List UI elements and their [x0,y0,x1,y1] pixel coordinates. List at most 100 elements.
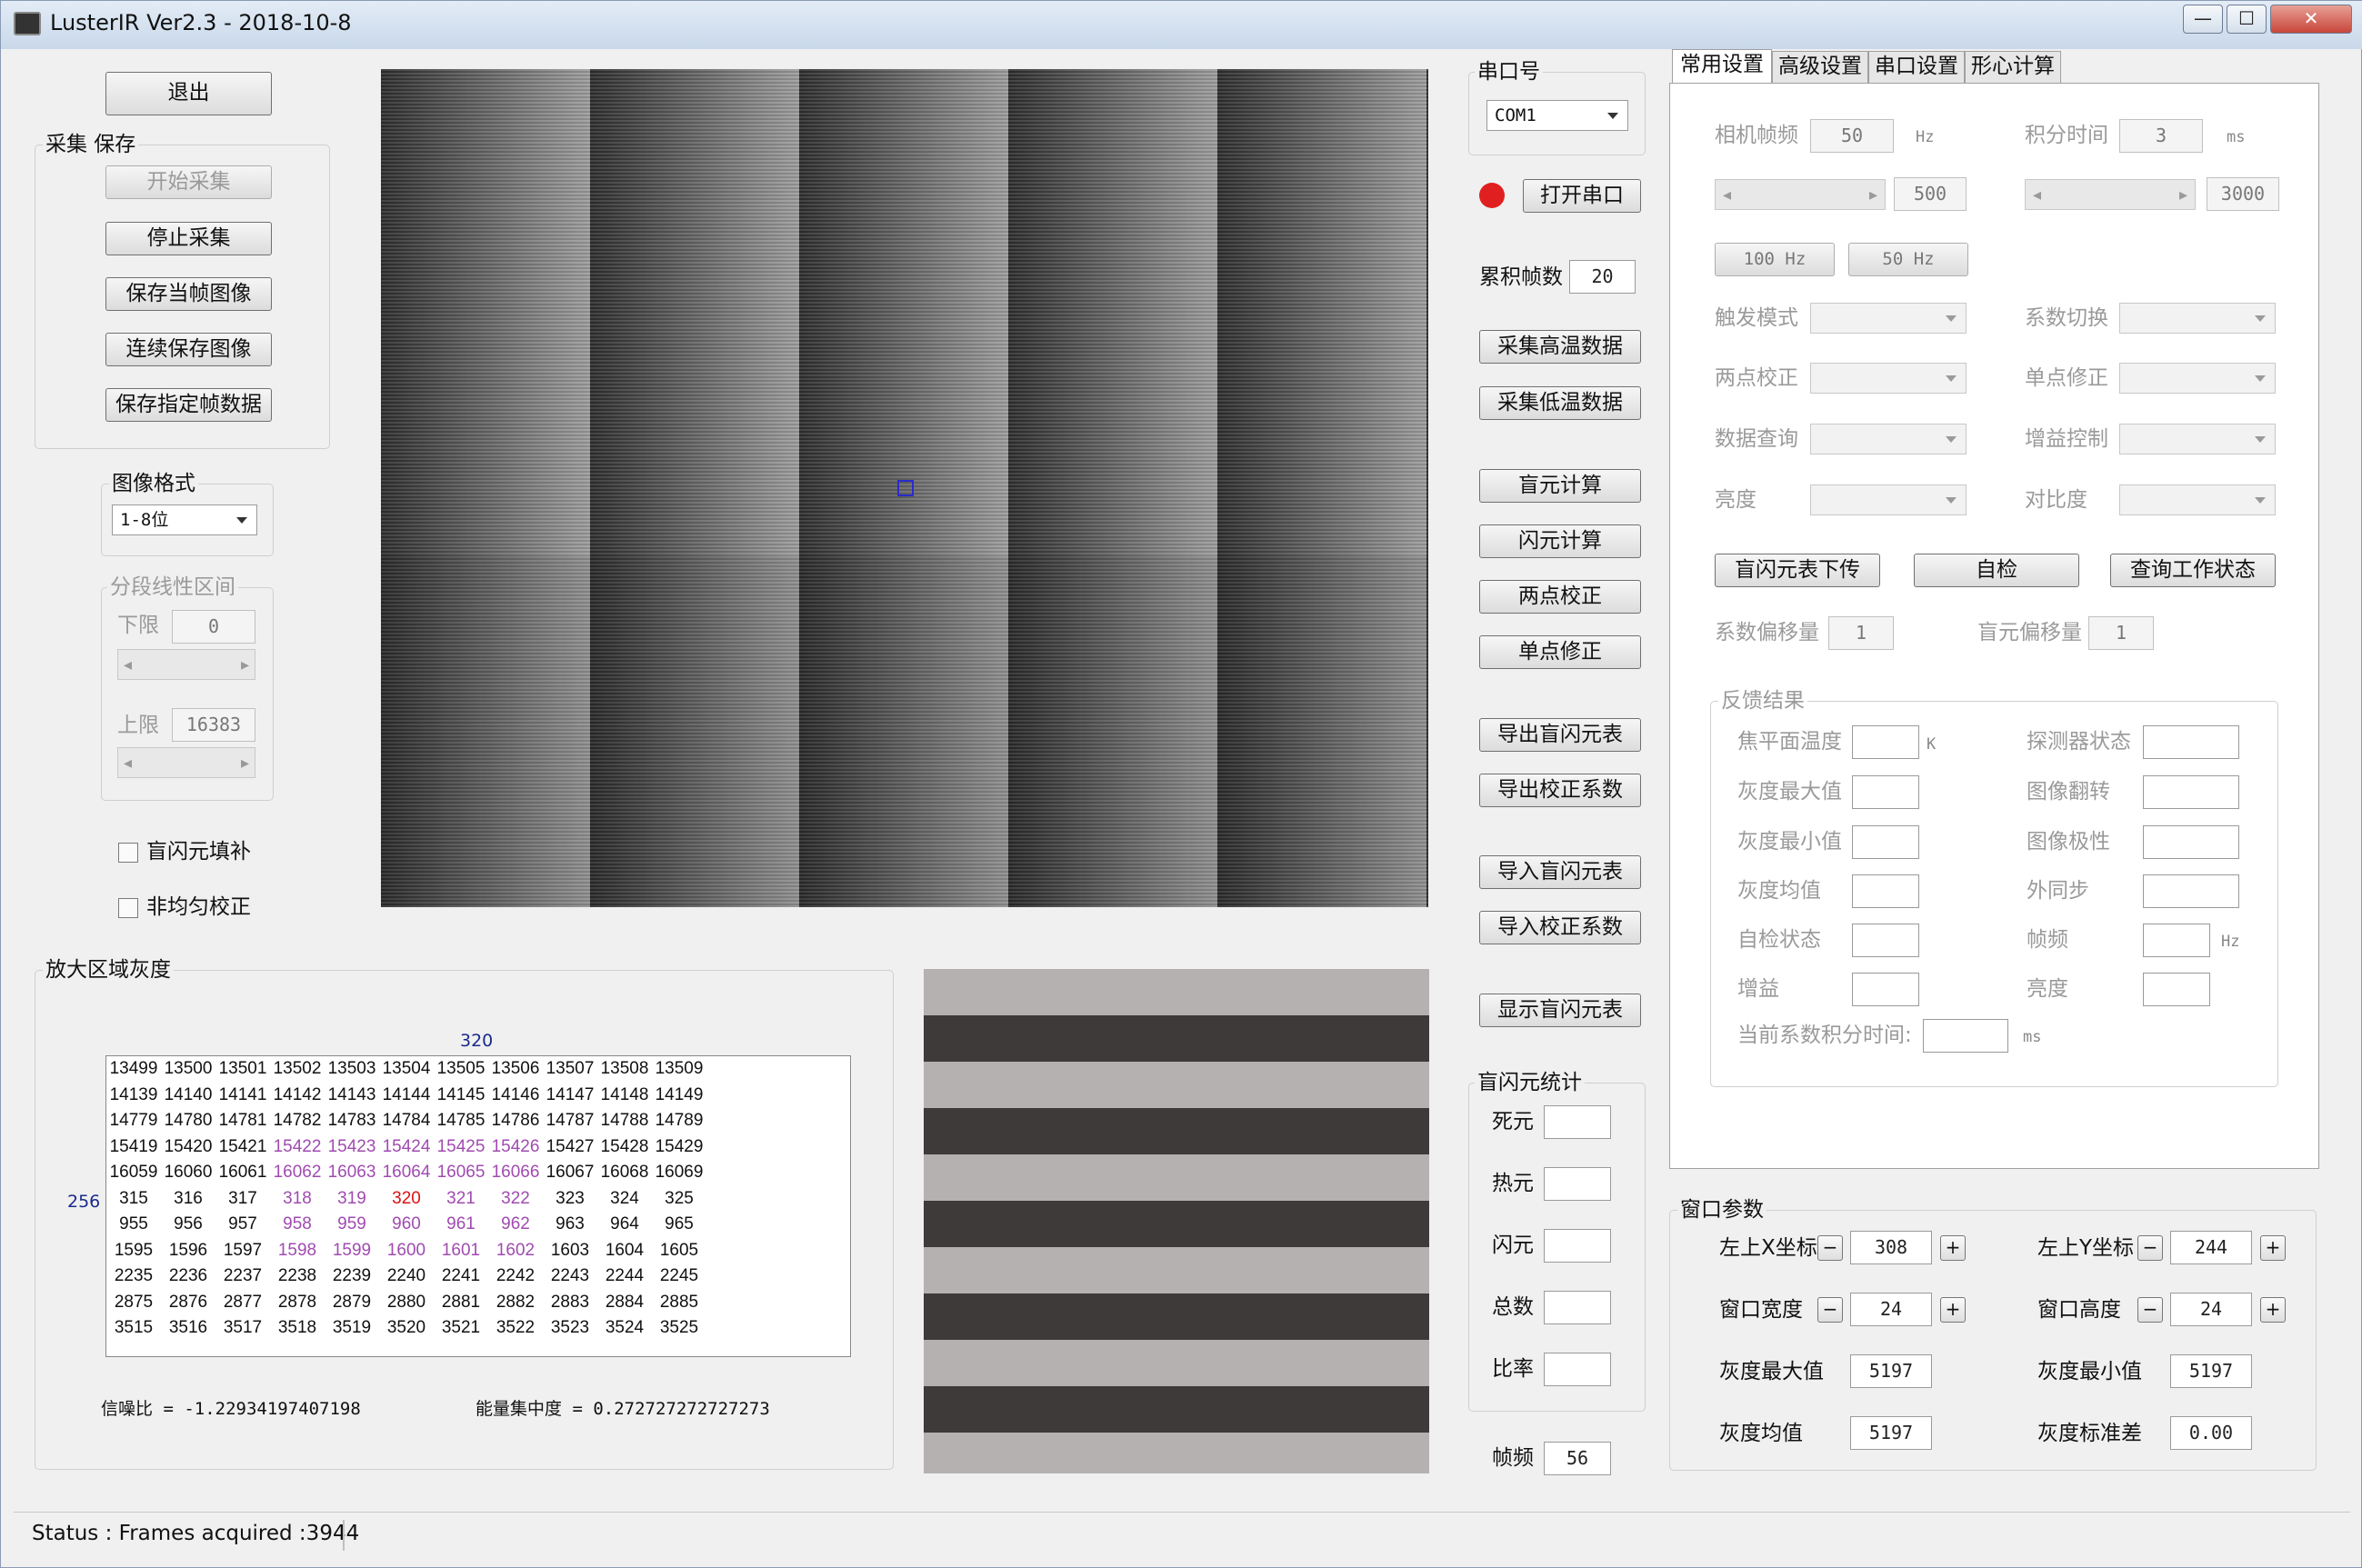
gray-std-label: 灰度标准差 [2037,1422,2142,1445]
flash-pixel-calc-button[interactable]: 闪元计算 [1479,524,1641,558]
integration-time-field[interactable]: 3 [2119,119,2203,153]
lower-limit-field[interactable]: 0 [172,610,255,644]
query-status-button[interactable]: 查询工作状态 [2110,554,2276,587]
gray-std-field[interactable]: 0.00 [2170,1416,2252,1450]
nonuniform-correction-checkbox[interactable] [118,898,138,918]
height-decrement-button[interactable]: − [2137,1297,2163,1323]
import-coefficients-button[interactable]: 导入校正系数 [1479,911,1641,944]
feedback-right-field[interactable] [2143,725,2239,759]
zoom-grid-cell: 14147 [545,1084,595,1104]
single-point-correction-button[interactable]: 单点修正 [1479,635,1641,669]
feedback-right-field[interactable] [2143,973,2210,1006]
camera-fps-slider-value[interactable]: 500 [1894,177,1967,211]
two-point-select[interactable] [1810,363,1967,394]
export-coefficients-button[interactable]: 导出校正系数 [1479,774,1641,807]
flash-pixel-field[interactable] [1544,1229,1611,1263]
upper-limit-field[interactable]: 16383 [172,708,255,742]
x-decrement-button[interactable]: − [1817,1235,1843,1261]
export-blind-table-button[interactable]: 导出盲闪元表 [1479,718,1641,752]
save-current-frame-button[interactable]: 保存当帧图像 [105,277,272,311]
upload-blind-table-button[interactable]: 盲闪元表下传 [1715,554,1880,587]
brightness-select[interactable] [1810,484,1967,515]
trigger-mode-select[interactable] [1810,303,1967,334]
continuous-save-button[interactable]: 连续保存图像 [105,333,272,366]
height-increment-button[interactable]: + [2260,1297,2286,1323]
upper-limit-slider[interactable]: ◂ ▸ [117,747,255,778]
thermal-image-view[interactable] [381,69,1428,907]
feedback-left-field[interactable] [1852,973,1919,1006]
width-decrement-button[interactable]: − [1817,1297,1843,1323]
gray-min-field[interactable]: 5197 [2170,1354,2252,1388]
fps-field[interactable]: 56 [1544,1442,1611,1475]
tab-common-settings[interactable]: 常用设置 [1672,49,1772,83]
ratio-field[interactable] [1544,1353,1611,1386]
gray-max-field[interactable]: 5197 [1850,1354,1932,1388]
capture-high-temp-button[interactable]: 采集高温数据 [1479,330,1641,364]
single-point-select[interactable] [2119,363,2276,394]
blind-fill-checkbox[interactable] [118,843,138,863]
feedback-right-field[interactable] [2143,874,2239,908]
window-height-field[interactable]: 24 [2170,1293,2252,1326]
top-left-y-field[interactable]: 244 [2170,1231,2252,1264]
window-title: LusterIR Ver2.3 - 2018-10-8 [50,10,352,35]
maximize-icon[interactable]: ☐ [2227,5,2267,34]
start-capture-button[interactable]: 开始采集 [105,165,272,199]
feedback-left-field[interactable] [1852,725,1919,759]
hz100-button[interactable]: 100 Hz [1715,243,1835,276]
integration-time-slider[interactable]: ◂ ▸ [2025,179,2196,210]
blind-offset-field[interactable]: 1 [2088,616,2154,650]
feedback-right-field[interactable] [2143,825,2239,859]
current-int-time-field[interactable] [1923,1019,2008,1053]
two-point-correction-button[interactable]: 两点校正 [1479,580,1641,614]
feedback-left-field[interactable] [1852,825,1919,859]
top-left-x-field[interactable]: 308 [1850,1231,1932,1264]
x-increment-button[interactable]: + [1940,1235,1966,1261]
coef-offset-field[interactable]: 1 [1828,616,1894,650]
coef-switch-select[interactable] [2119,303,2276,334]
blind-pixel-calc-button[interactable]: 盲元计算 [1479,469,1641,503]
import-blind-table-button[interactable]: 导入盲闪元表 [1479,855,1641,889]
save-specified-frames-button[interactable]: 保存指定帧数据 [105,388,272,422]
data-query-select[interactable] [1810,424,1967,454]
tab-advanced-settings[interactable]: 高级设置 [1772,51,1868,83]
serial-port-select[interactable]: COM1 [1486,100,1628,131]
selection-window-marker[interactable] [897,480,914,496]
width-increment-button[interactable]: + [1940,1297,1966,1323]
close-icon[interactable]: ✕ [2270,5,2352,34]
y-decrement-button[interactable]: − [2137,1235,2163,1261]
camera-fps-slider[interactable]: ◂ ▸ [1715,179,1886,210]
capture-low-temp-button[interactable]: 采集低温数据 [1479,386,1641,420]
feedback-left-field[interactable] [1852,874,1919,908]
feedback-right-field[interactable] [2143,775,2239,809]
dead-pixel-field[interactable] [1544,1105,1611,1139]
hot-pixel-field[interactable] [1544,1167,1611,1201]
hz50-button[interactable]: 50 Hz [1848,243,1968,276]
camera-fps-field[interactable]: 50 [1810,119,1894,153]
window-width-field[interactable]: 24 [1850,1293,1932,1326]
open-port-button[interactable]: 打开串口 [1523,179,1641,213]
zoom-grid-cell: 15422 [273,1136,322,1156]
image-format-select[interactable]: 1-8位 [112,504,257,535]
integration-time-slider-value[interactable]: 3000 [2207,177,2279,211]
gray-mean-field[interactable]: 5197 [1850,1416,1932,1450]
zoom-grid-row: 2235 2236 2237 2238 2239 2240 2241 2242 2243 2244… [106,1263,706,1290]
image-format-value: 1-8位 [120,510,169,530]
stop-capture-button[interactable]: 停止采集 [105,222,272,255]
feedback-left-field[interactable] [1852,924,1919,957]
minimize-icon[interactable]: — [2183,5,2223,34]
lower-limit-slider[interactable]: ◂ ▸ [117,649,255,680]
tab-serial-settings[interactable]: 串口设置 [1868,51,1965,83]
feedback-left-label: 灰度最小值 [1737,830,1842,854]
feedback-left-field[interactable] [1852,775,1919,809]
y-increment-button[interactable]: + [2260,1235,2286,1261]
exit-button[interactable]: 退出 [105,72,272,115]
self-check-button[interactable]: 自检 [1914,554,2079,587]
total-pixel-field[interactable] [1544,1291,1611,1324]
feedback-right-field[interactable] [2143,924,2210,957]
coef-offset-label: 系数偏移量 [1715,621,1819,644]
contrast-select[interactable] [2119,484,2276,515]
gain-control-select[interactable] [2119,424,2276,454]
show-blind-table-button[interactable]: 显示盲闪元表 [1479,994,1641,1027]
tab-centroid-calc[interactable]: 形心计算 [1965,51,2061,83]
accumulate-frames-field[interactable]: 20 [1569,260,1636,294]
